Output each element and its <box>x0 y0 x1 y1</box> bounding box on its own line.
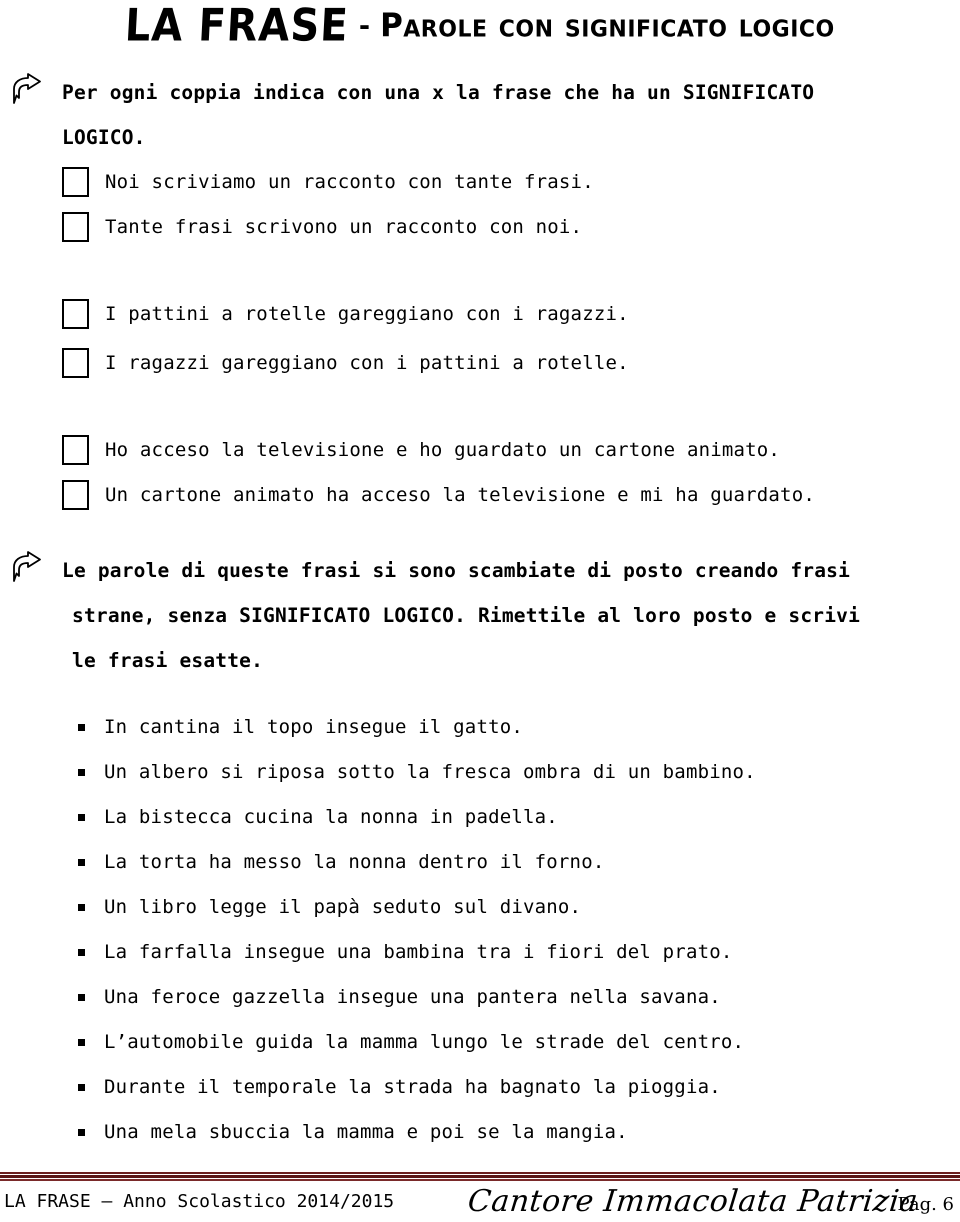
square-bullet-icon <box>78 813 85 821</box>
footer-divider <box>0 1172 960 1181</box>
square-bullet-icon <box>78 903 85 911</box>
checkbox-label: Noi scriviamo un racconto con tante fras… <box>105 171 594 193</box>
square-bullet-icon <box>78 1083 85 1091</box>
square-bullet-icon <box>78 1038 85 1046</box>
checkbox-row[interactable]: I ragazzi gareggiano con i pattini a rot… <box>0 341 629 385</box>
list-item-label: La torta ha messo la nonna dentro il for… <box>104 851 605 873</box>
list-item-label: Una mela sbuccia la mamma e poi se la ma… <box>104 1121 628 1143</box>
page-footer: LA FRASE – Anno Scolastico 2014/2015 Can… <box>0 1184 960 1222</box>
checkbox-input[interactable] <box>62 348 89 378</box>
square-bullet-icon <box>78 858 85 866</box>
title-separator: - <box>358 10 371 42</box>
checkbox-label: I pattini a rotelle gareggiano con i rag… <box>105 303 629 325</box>
instruction-text-1: Per ogni coppia indica con una x la fras… <box>62 70 930 160</box>
footer-course-label: LA FRASE – Anno Scolastico 2014/2015 <box>4 1191 395 1212</box>
checkbox-input[interactable] <box>62 167 89 197</box>
checkbox-row[interactable]: Ho acceso la televisione e ho guardato u… <box>0 428 780 472</box>
list-item: Un libro legge il papà seduto sul divano… <box>0 887 581 927</box>
list-item: L’automobile guida la mamma lungo le str… <box>0 1022 744 1062</box>
checkbox-input[interactable] <box>62 435 89 465</box>
checkbox-label: Ho acceso la televisione e ho guardato u… <box>105 439 781 461</box>
checkbox-label: I ragazzi gareggiano con i pattini a rot… <box>105 352 629 374</box>
list-item-label: La farfalla insegue una bambina tra i fi… <box>104 941 733 963</box>
list-item-label: In cantina il topo insegue il gatto. <box>104 716 524 738</box>
list-item: La bistecca cucina la nonna in padella. <box>0 797 558 837</box>
list-item: In cantina il topo insegue il gatto. <box>0 707 523 747</box>
divider-line <box>0 1179 960 1181</box>
checkbox-input[interactable] <box>62 299 89 329</box>
list-item: La farfalla insegue una bambina tra i fi… <box>0 932 733 972</box>
footer-signature: Cantore Immacolata Patrizia <box>466 1184 920 1219</box>
checkbox-row[interactable]: Tante frasi scrivono un racconto con noi… <box>0 205 582 249</box>
list-item-label: La bistecca cucina la nonna in padella. <box>104 806 558 828</box>
instruction-line: strane, senza SIGNIFICATO LOGICO. Rimett… <box>72 604 861 627</box>
checkbox-row[interactable]: Noi scriviamo un racconto con tante fras… <box>0 160 594 204</box>
footer-page-number: Pag. 6 <box>897 1194 954 1215</box>
list-item-label: Un libro legge il papà seduto sul divano… <box>104 896 582 918</box>
square-bullet-icon <box>78 948 85 956</box>
list-item-label: Un albero si riposa sotto la fresca ombr… <box>104 761 756 783</box>
bent-arrow-icon <box>10 72 44 106</box>
bent-arrow-icon <box>10 550 44 584</box>
instruction-line: LOGICO. <box>62 126 146 149</box>
title-subtitle-text: Parole con significato logico <box>380 6 835 46</box>
checkbox-input[interactable] <box>62 480 89 510</box>
checkbox-label: Tante frasi scrivono un racconto con noi… <box>105 216 583 238</box>
checkbox-input[interactable] <box>62 212 89 242</box>
square-bullet-icon <box>78 993 85 1001</box>
square-bullet-icon <box>78 723 85 731</box>
instruction-line: Le parole di queste frasi si sono scambi… <box>62 559 851 582</box>
list-item: Una feroce gazzella insegue una pantera … <box>0 977 721 1017</box>
instruction-text-2: Le parole di queste frasi si sono scambi… <box>62 548 930 683</box>
list-item-label: L’automobile guida la mamma lungo le str… <box>104 1031 745 1053</box>
checkbox-row[interactable]: I pattini a rotelle gareggiano con i rag… <box>0 292 629 336</box>
square-bullet-icon <box>78 1128 85 1136</box>
checkbox-label: Un cartone animato ha acceso la televisi… <box>105 484 815 506</box>
instruction-block-2: Le parole di queste frasi si sono scambi… <box>0 548 930 683</box>
instruction-line: le frasi esatte. <box>72 649 264 672</box>
list-item-label: Una feroce gazzella insegue una pantera … <box>104 986 721 1008</box>
square-bullet-icon <box>78 768 85 776</box>
list-item: Un albero si riposa sotto la fresca ombr… <box>0 752 756 792</box>
list-item: Durante il temporale la strada ha bagnat… <box>0 1067 721 1107</box>
list-item: La torta ha messo la nonna dentro il for… <box>0 842 604 882</box>
page-title: LA FRASE - Parole con significato logico <box>0 0 960 52</box>
title-main-text: LA FRASE <box>123 0 351 52</box>
instruction-block-1: Per ogni coppia indica con una x la fras… <box>0 70 930 160</box>
list-item: Una mela sbuccia la mamma e poi se la ma… <box>0 1112 628 1152</box>
list-item-label: Durante il temporale la strada ha bagnat… <box>104 1076 721 1098</box>
checkbox-row[interactable]: Un cartone animato ha acceso la televisi… <box>0 473 815 517</box>
instruction-line: Per ogni coppia indica con una x la fras… <box>62 81 815 104</box>
